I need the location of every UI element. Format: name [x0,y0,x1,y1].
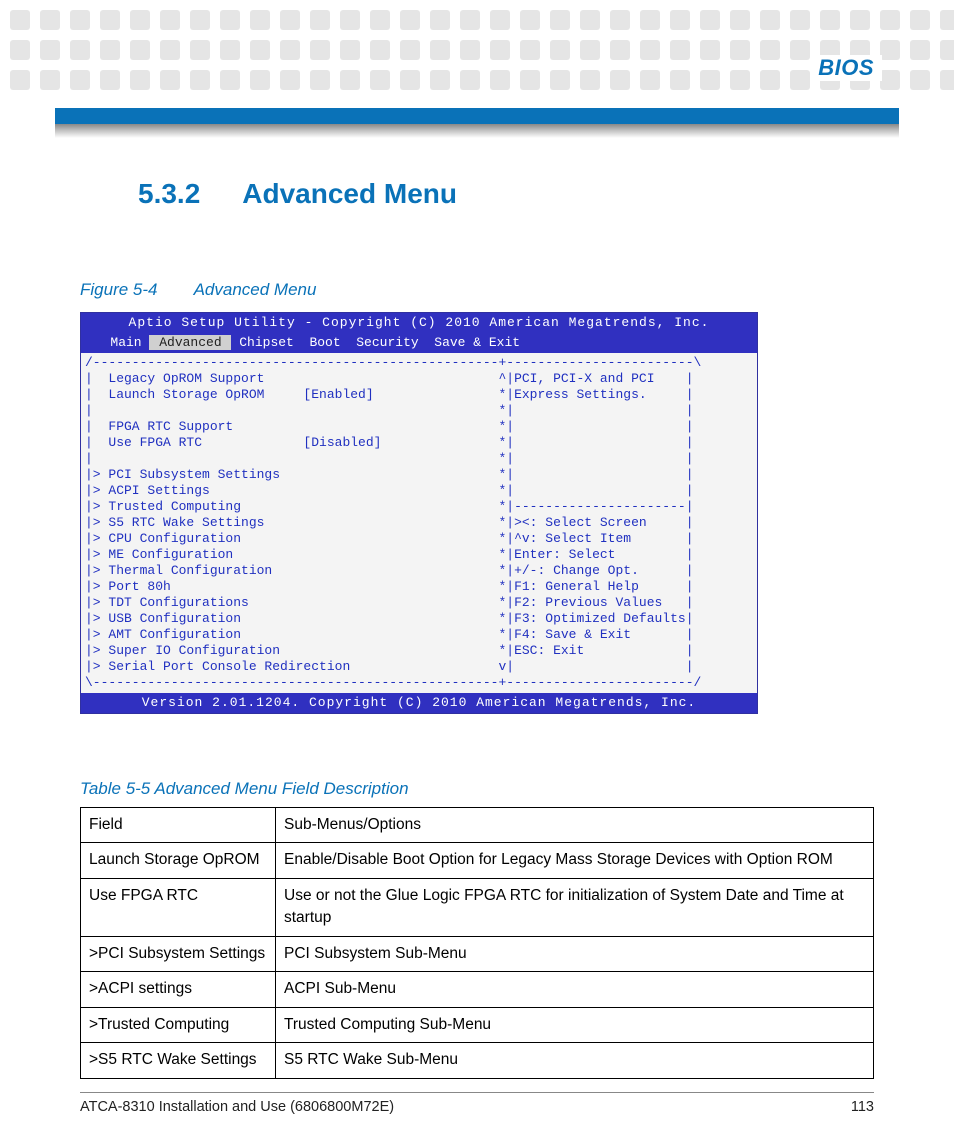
table-cell-field: Launch Storage OpROM [81,843,276,878]
section-number: 5.3.2 [138,178,200,210]
section-heading: 5.3.2 Advanced Menu [138,178,874,210]
table-caption: Table 5-5 Advanced Menu Field Descriptio… [80,779,874,799]
header-rule-blue [55,108,899,124]
bios-body: /---------------------------------------… [81,353,757,693]
figure-title: Advanced Menu [194,280,317,299]
table-row: Use FPGA RTCUse or not the Glue Logic FP… [81,878,874,936]
table-row: >ACPI settingsACPI Sub-Menu [81,972,874,1007]
table-cell-desc: PCI Subsystem Sub-Menu [276,936,874,971]
table-cell-field: >PCI Subsystem Settings [81,936,276,971]
bios-menubar-selected: Advanced [149,335,231,350]
table-cell-field: Use FPGA RTC [81,878,276,936]
table-cell-desc: Sub-Menus/Options [276,808,874,843]
table-cell-desc: Use or not the Glue Logic FPGA RTC for i… [276,878,874,936]
table-row: >Trusted ComputingTrusted Computing Sub-… [81,1007,874,1042]
bios-menubar-post: Chipset Boot Security Save & Exit [231,335,520,350]
table-cell-desc: Trusted Computing Sub-Menu [276,1007,874,1042]
table-row: >PCI Subsystem SettingsPCI Subsystem Sub… [81,936,874,971]
bios-menubar-pre: Main [87,335,149,350]
page-footer: ATCA-8310 Installation and Use (6806800M… [80,1092,874,1115]
table-cell-desc: S5 RTC Wake Sub-Menu [276,1043,874,1078]
table-row: FieldSub-Menus/Options [81,808,874,843]
figure-label: Figure 5-4 [80,280,157,299]
section-title: Advanced Menu [242,178,457,210]
header-rule-shadow [55,124,899,138]
field-description-table: FieldSub-Menus/OptionsLaunch Storage OpR… [80,807,874,1079]
bios-menubar: Main Advanced Chipset Boot Security Save… [81,333,757,353]
footer-page-number: 113 [851,1099,874,1115]
table-row: >S5 RTC Wake SettingsS5 RTC Wake Sub-Men… [81,1043,874,1078]
table-cell-field: Field [81,808,276,843]
table-row: Launch Storage OpROMEnable/Disable Boot … [81,843,874,878]
footer-doc-title: ATCA-8310 Installation and Use (6806800M… [80,1099,394,1115]
figure-caption: Figure 5-4 Advanced Menu [80,280,874,300]
page-section-label: BIOS [810,55,882,81]
bios-footerbar: Version 2.01.1204. Copyright (C) 2010 Am… [81,693,757,713]
bios-titlebar: Aptio Setup Utility - Copyright (C) 2010… [81,313,757,333]
table-cell-desc: Enable/Disable Boot Option for Legacy Ma… [276,843,874,878]
table-cell-field: >S5 RTC Wake Settings [81,1043,276,1078]
bios-screenshot: Aptio Setup Utility - Copyright (C) 2010… [80,312,758,714]
table-cell-desc: ACPI Sub-Menu [276,972,874,1007]
table-cell-field: >Trusted Computing [81,1007,276,1042]
table-cell-field: >ACPI settings [81,972,276,1007]
